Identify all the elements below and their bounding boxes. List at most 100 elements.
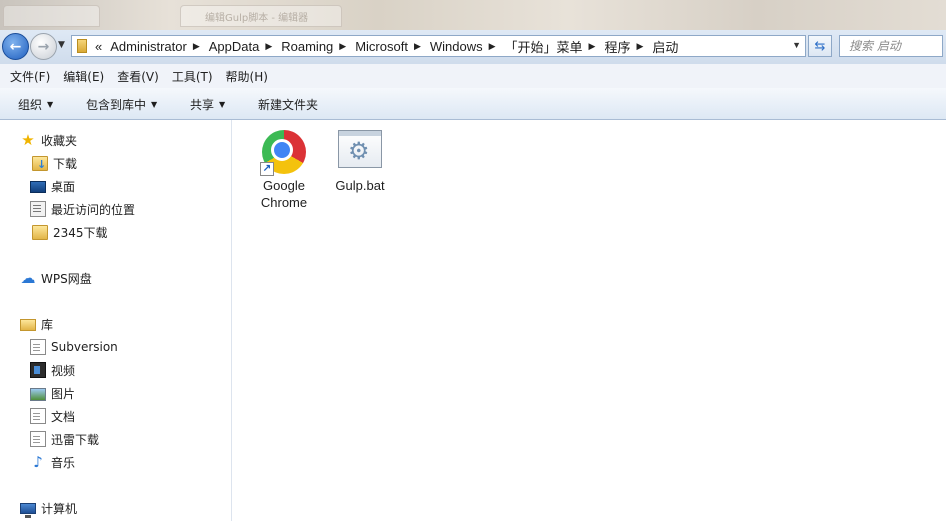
computer-icon xyxy=(20,503,36,518)
sidebar-label: 迅雷下载 xyxy=(51,432,100,447)
batch-file-window: ⚙ xyxy=(338,130,382,168)
address-history-dropdown-icon[interactable]: ▼ xyxy=(792,40,801,50)
forward-button[interactable]: → xyxy=(30,33,57,60)
sidebar-label: 计算机 xyxy=(41,501,78,516)
sidebar-item-desktop[interactable]: 桌面 xyxy=(30,177,75,195)
breadcrumb-programs[interactable]: 程序 xyxy=(604,37,630,56)
breadcrumb-microsoft[interactable]: Microsoft xyxy=(355,39,408,54)
breadcrumb-separator-icon[interactable]: ▶ xyxy=(636,41,643,52)
sidebar-item-pictures[interactable]: 图片 xyxy=(30,384,75,402)
command-bar: 组织 ▼ 包含到库中 ▼ 共享 ▼ 新建文件夹 xyxy=(0,88,946,120)
sidebar-label: 库 xyxy=(41,317,54,332)
address-bar[interactable]: « Administrator ▶ AppData ▶ Roaming ▶ Mi… xyxy=(71,35,806,57)
star-icon: ★ xyxy=(21,131,35,149)
breadcrumb-separator-icon[interactable]: ▶ xyxy=(193,41,200,52)
menu-help[interactable]: 帮助(H) xyxy=(226,68,268,85)
chevron-down-icon: ▼ xyxy=(219,100,226,109)
sidebar-label: 收藏夹 xyxy=(41,133,78,148)
file-google-chrome[interactable]: ↗ Google Chrome xyxy=(252,128,316,211)
breadcrumb-separator-icon[interactable]: ▶ xyxy=(265,41,272,52)
chrome-icon: ↗ xyxy=(260,128,308,176)
sidebar-label: 视频 xyxy=(51,363,76,378)
address-row: ← → ▼ « Administrator ▶ AppData ▶ Roamin… xyxy=(0,30,946,64)
menu-bar: 文件(F) 编辑(E) 查看(V) 工具(T) 帮助(H) xyxy=(0,64,946,89)
breadcrumb-separator-icon[interactable]: ▶ xyxy=(414,41,421,52)
new-folder-button[interactable]: 新建文件夹 xyxy=(258,96,318,113)
menu-view[interactable]: 查看(V) xyxy=(117,68,159,85)
file-list-area[interactable]: ↗ Google Chrome ⚙ Gulp.bat xyxy=(232,120,946,521)
organize-button[interactable]: 组织 ▼ xyxy=(18,96,53,113)
new-folder-label: 新建文件夹 xyxy=(258,98,319,112)
file-name: Chrome xyxy=(260,195,308,210)
sidebar-item-videos[interactable]: 视频 xyxy=(30,361,75,379)
sidebar-wps-cloud[interactable]: ☁ WPS网盘 xyxy=(20,269,92,287)
refresh-icon: ⇆ xyxy=(814,38,826,54)
menu-file[interactable]: 文件(F) xyxy=(10,68,50,85)
menu-edit[interactable]: 编辑(E) xyxy=(63,68,104,85)
back-button[interactable]: ← xyxy=(2,33,29,60)
library-icon xyxy=(20,319,36,331)
sidebar-item-recent-places[interactable]: 最近访问的位置 xyxy=(30,200,135,218)
sidebar-item-xunlei-downloads[interactable]: 迅雷下载 xyxy=(30,430,99,448)
share-button[interactable]: 共享 ▼ xyxy=(190,96,225,113)
sidebar-label: 下载 xyxy=(53,156,78,171)
sidebar-label: 2345下载 xyxy=(53,225,108,240)
breadcrumb-startup[interactable]: 启动 xyxy=(652,37,678,56)
video-icon xyxy=(30,362,46,378)
share-label: 共享 xyxy=(190,98,215,112)
recent-places-icon xyxy=(30,201,46,217)
batch-file-icon: ⚙ xyxy=(336,128,384,176)
breadcrumb-separator-icon[interactable]: ▶ xyxy=(339,41,346,52)
pictures-icon xyxy=(30,387,46,401)
search-input[interactable]: 搜索 启动 xyxy=(839,35,943,57)
subversion-library-icon xyxy=(30,339,46,355)
folder-icon xyxy=(32,224,48,240)
breadcrumb-separator-icon[interactable]: ▶ xyxy=(489,41,496,52)
forward-arrow-icon: → xyxy=(37,38,50,55)
cloud-icon: ☁ xyxy=(20,269,36,287)
breadcrumb-roaming[interactable]: Roaming xyxy=(281,39,333,54)
sidebar-label: 音乐 xyxy=(51,455,76,470)
recent-pages-dropdown-icon[interactable]: ▼ xyxy=(58,40,65,50)
background-tab: 编辑Gulp脚本 - 编辑器 xyxy=(180,5,342,27)
file-gulp-bat[interactable]: ⚙ Gulp.bat xyxy=(328,128,392,194)
documents-icon xyxy=(30,408,46,424)
sidebar-label: 图片 xyxy=(51,386,76,401)
sidebar-item-documents[interactable]: 文档 xyxy=(30,407,75,425)
background-tab xyxy=(3,5,100,27)
sidebar-label: 桌面 xyxy=(51,179,76,194)
include-in-library-label: 包含到库中 xyxy=(86,98,147,112)
file-name: Google xyxy=(263,178,305,193)
file-name: Gulp.bat xyxy=(335,178,385,193)
sidebar-label: WPS网盘 xyxy=(41,271,92,286)
breadcrumb-windows[interactable]: Windows xyxy=(430,39,483,54)
shortcut-arrow-icon: ↗ xyxy=(260,162,274,176)
navigation-pane[interactable]: ★ 收藏夹 下载 桌面 最近访问的位置 2345下载 ☁ WPS网盘 库 Sub… xyxy=(0,120,232,521)
downloads-folder-icon xyxy=(32,155,48,171)
breadcrumb-separator-icon[interactable]: ▶ xyxy=(589,41,596,52)
background-window-strip: 编辑Gulp脚本 - 编辑器 xyxy=(0,0,946,30)
sidebar-item-music[interactable]: ♪ 音乐 xyxy=(30,453,75,471)
sidebar-item-2345-downloads[interactable]: 2345下载 xyxy=(30,223,108,241)
sidebar-label: 最近访问的位置 xyxy=(51,202,136,217)
organize-label: 组织 xyxy=(18,98,43,112)
downloads-library-icon xyxy=(30,431,46,447)
folder-icon xyxy=(77,39,87,53)
chevron-down-icon: ▼ xyxy=(151,100,158,109)
back-arrow-icon: ← xyxy=(9,38,22,55)
sidebar-item-subversion[interactable]: Subversion xyxy=(30,338,118,356)
chevron-down-icon: ▼ xyxy=(47,100,54,109)
sidebar-computer[interactable]: 计算机 xyxy=(20,499,78,518)
sidebar-favorites[interactable]: ★ 收藏夹 xyxy=(20,131,77,149)
include-in-library-button[interactable]: 包含到库中 ▼ xyxy=(86,96,157,113)
refresh-button[interactable]: ⇆ xyxy=(808,35,832,57)
breadcrumb-administrator[interactable]: Administrator xyxy=(110,39,187,54)
breadcrumb-start-menu[interactable]: 「开始」菜单 xyxy=(505,37,583,56)
overflow-chevron-icon[interactable]: « xyxy=(95,39,102,54)
sidebar-libraries[interactable]: 库 xyxy=(20,315,53,333)
sidebar-item-downloads[interactable]: 下载 xyxy=(30,154,77,172)
breadcrumb-appdata[interactable]: AppData xyxy=(209,39,260,54)
menu-tools[interactable]: 工具(T) xyxy=(172,68,213,85)
chrome-logo-center xyxy=(271,139,293,161)
sidebar-label: Subversion xyxy=(51,340,118,354)
